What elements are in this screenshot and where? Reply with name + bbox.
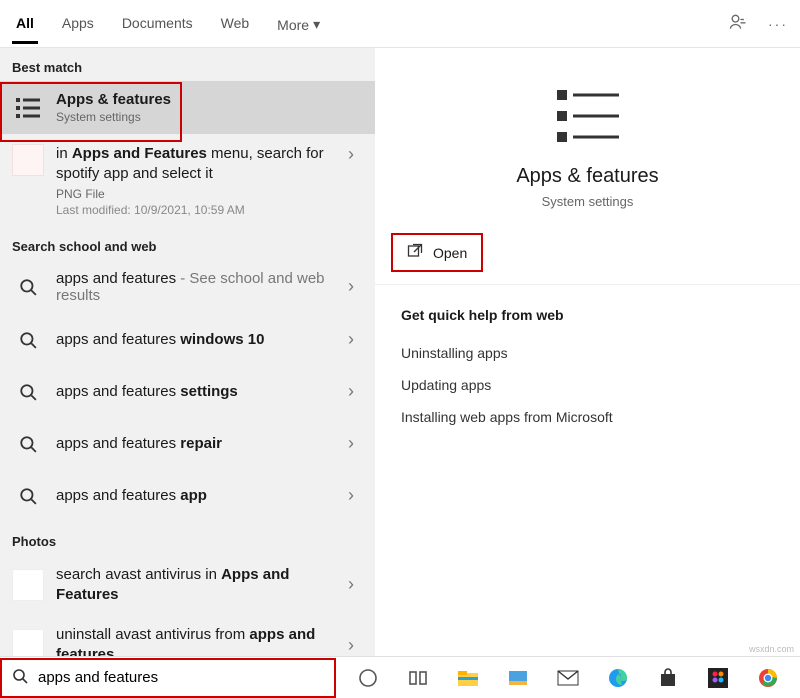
tab-web[interactable]: Web [217,3,254,44]
tab-more-label: More [277,17,309,33]
filter-tabs: All Apps Documents Web More ▾ [12,3,324,44]
preview-subtitle: System settings [542,194,634,209]
web-result-title: apps and features - See school and web r… [56,270,327,304]
image-file-icon [12,144,44,176]
header-tabs-bar: All Apps Documents Web More ▾ ··· [0,0,800,48]
preview-title: Apps & features [516,165,658,188]
taskbar-taskview-icon[interactable] [406,666,430,690]
image-file-icon [12,569,44,601]
web-result-title: apps and features repair [56,435,327,452]
open-label: Open [433,245,467,261]
taskbar [336,666,800,690]
chevron-right-icon[interactable]: › [339,433,363,454]
chevron-right-icon[interactable]: › [339,485,363,506]
help-updating[interactable]: Updating apps [401,369,774,401]
search-icon [12,271,44,303]
section-search-web: Search school and web [0,227,375,260]
result-apps-features[interactable]: Apps & features System settings [0,81,375,134]
image-file-icon [12,629,44,656]
preview-panel: Apps & features System settings Open Get… [375,48,800,656]
search-icon [12,376,44,408]
photo-result-title: uninstall avast antivirus from apps and … [56,625,327,656]
tab-all[interactable]: All [12,3,38,44]
chevron-right-icon[interactable]: › [339,329,363,350]
web-result[interactable]: apps and features repair › [0,418,375,470]
taskbar-mspaint-icon[interactable] [506,666,530,690]
chevron-right-icon[interactable]: › [339,635,363,656]
taskbar-cortana-icon[interactable] [356,666,380,690]
taskbar-explorer-icon[interactable] [456,666,480,690]
chevron-right-icon[interactable]: › [339,144,363,165]
taskbar-chrome-icon[interactable] [756,666,780,690]
taskbar-store-icon[interactable] [656,666,680,690]
web-result[interactable]: apps and features settings › [0,366,375,418]
web-result[interactable]: apps and features app › [0,470,375,522]
result-file-modified: Last modified: 10/9/2021, 10:59 AM [56,203,327,217]
result-file-title: in Apps and Features menu, search for sp… [56,144,327,185]
tab-documents[interactable]: Documents [118,3,197,44]
taskbar-edge-icon[interactable] [606,666,630,690]
search-input[interactable] [36,668,324,687]
section-best-match: Best match [0,48,375,81]
settings-list-icon-large [551,84,625,151]
help-uninstalling[interactable]: Uninstalling apps [401,337,774,369]
bottom-bar [0,656,800,698]
web-result-title: apps and features app [56,487,327,504]
watermark: wsxdn.com [749,644,794,654]
feedback-icon[interactable] [728,12,748,35]
divider [375,284,800,285]
result-title: Apps & features [56,91,363,108]
result-subtitle: System settings [56,110,363,124]
more-options-icon[interactable]: ··· [768,16,788,32]
web-result-title: apps and features windows 10 [56,331,327,348]
open-button[interactable]: Open [391,233,483,272]
search-box[interactable] [0,658,336,698]
web-result[interactable]: apps and features windows 10 › [0,314,375,366]
section-photos: Photos [0,522,375,555]
web-result[interactable]: apps and features - See school and web r… [0,260,375,314]
chevron-right-icon[interactable]: › [339,381,363,402]
photo-result[interactable]: search avast antivirus in Apps and Featu… [0,555,375,616]
settings-list-icon [12,92,44,124]
tab-more[interactable]: More ▾ [273,3,324,44]
search-icon [12,324,44,356]
web-result-title: apps and features settings [56,383,327,400]
tab-apps[interactable]: Apps [58,3,98,44]
photo-result[interactable]: uninstall avast antivirus from apps and … [0,615,375,656]
search-icon [12,668,28,687]
taskbar-mail-icon[interactable] [556,666,580,690]
taskbar-figma-icon[interactable] [706,666,730,690]
chevron-down-icon: ▾ [313,16,320,33]
help-heading: Get quick help from web [401,307,774,323]
search-icon [12,428,44,460]
result-png-file[interactable]: in Apps and Features menu, search for sp… [0,134,375,227]
result-file-type: PNG File [56,187,327,201]
search-icon [12,480,44,512]
open-icon [407,243,423,262]
photo-result-title: search avast antivirus in Apps and Featu… [56,565,327,606]
chevron-right-icon[interactable]: › [339,574,363,595]
chevron-right-icon[interactable]: › [339,276,363,297]
help-installing-web-apps[interactable]: Installing web apps from Microsoft [401,401,774,433]
results-panel: Best match Apps & features System settin… [0,48,375,656]
